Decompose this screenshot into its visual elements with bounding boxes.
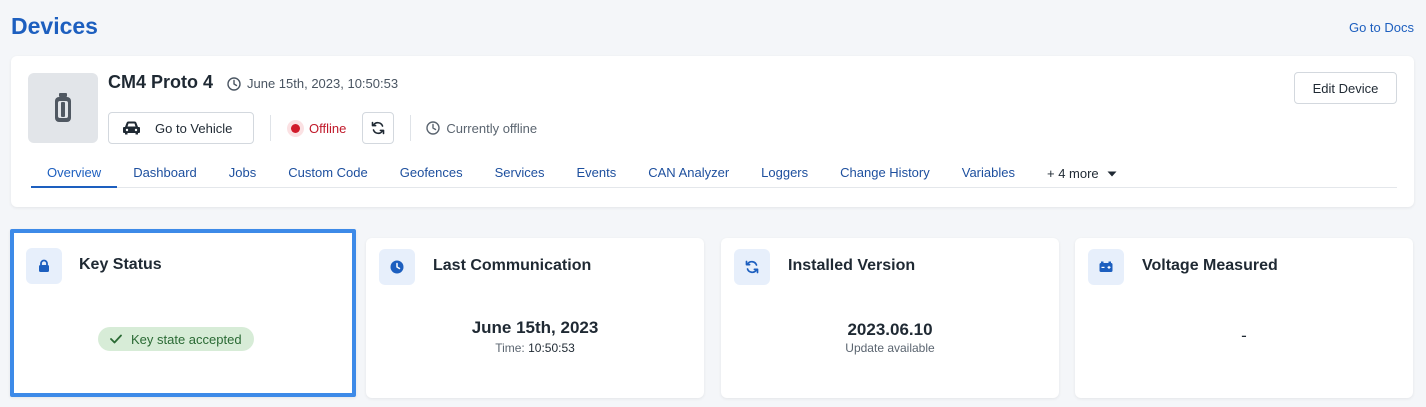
tab-services[interactable]: Services xyxy=(479,160,561,188)
installed-version-card[interactable]: Installed Version 2023.06.10 Update avai… xyxy=(721,238,1059,398)
update-available-note: Update available xyxy=(845,341,935,355)
voltage-measured-card[interactable]: Voltage Measured - xyxy=(1075,238,1413,398)
battery-icon xyxy=(1099,261,1113,272)
device-name: CM4 Proto 4 xyxy=(108,72,214,92)
check-icon xyxy=(110,334,122,344)
clock-icon xyxy=(227,76,241,91)
time-label: Time: xyxy=(495,341,525,355)
tab-dashboard[interactable]: Dashboard xyxy=(117,160,213,188)
last-communication-icon-box xyxy=(379,249,415,285)
last-communication-card[interactable]: Last Communication June 15th, 2023 Time:… xyxy=(366,238,704,398)
device-icon xyxy=(55,93,71,122)
installed-version-title: Installed Version xyxy=(788,257,916,274)
tab-custom-code[interactable]: Custom Code xyxy=(272,160,383,188)
divider xyxy=(410,115,412,141)
key-status-card[interactable]: Key Status Key state accepted xyxy=(10,229,356,397)
tab-jobs[interactable]: Jobs xyxy=(213,160,272,188)
time-value: 10:50:53 xyxy=(528,341,575,355)
device-timestamp: June 15th, 2023, 10:50:53 xyxy=(227,76,398,91)
device-header-card: CM4 Proto 4 June 15th, 2023, 10:50:53 Ed… xyxy=(11,56,1414,207)
lock-icon xyxy=(39,259,49,272)
device-thumbnail xyxy=(28,73,98,143)
status-text: Offline xyxy=(309,120,347,136)
refresh-button[interactable] xyxy=(362,112,395,144)
installed-version-value: 2023.06.10 xyxy=(847,320,933,339)
tab-can-analyzer[interactable]: CAN Analyzer xyxy=(632,160,745,188)
last-communication-title: Last Communication xyxy=(433,257,592,274)
voltage-value: - xyxy=(1241,326,1247,345)
key-state-badge: Key state accepted xyxy=(98,327,254,351)
clock-icon xyxy=(390,260,404,274)
tab-more-label: + 4 more xyxy=(1046,166,1099,181)
sync-icon xyxy=(745,260,759,274)
tab-change-history[interactable]: Change History xyxy=(824,160,946,188)
offline-status-icon xyxy=(287,119,304,137)
go-to-docs-link[interactable]: Go to Docs xyxy=(1349,20,1414,35)
tab-events[interactable]: Events xyxy=(560,160,632,188)
refresh-icon xyxy=(372,121,385,135)
divider xyxy=(270,115,271,141)
voltage-icon-box xyxy=(1088,249,1124,285)
status-badge: Offline xyxy=(287,119,347,137)
car-icon xyxy=(123,121,140,135)
connection-note-text: Currently offline xyxy=(446,120,538,136)
tab-more-dropdown[interactable]: + 4 more xyxy=(1031,160,1133,188)
go-to-vehicle-label: Go to Vehicle xyxy=(155,120,233,136)
installed-version-icon-box xyxy=(734,249,770,285)
device-timestamp-text: June 15th, 2023, 10:50:53 xyxy=(247,76,399,91)
clock-icon xyxy=(426,121,441,135)
device-action-row: Go to Vehicle Offline Currently offline xyxy=(108,112,537,144)
caret-down-icon xyxy=(1107,171,1117,177)
tab-variables[interactable]: Variables xyxy=(946,160,1031,188)
voltage-title: Voltage Measured xyxy=(1142,257,1278,274)
connection-note: Currently offline xyxy=(426,121,537,136)
tab-geofences[interactable]: Geofences xyxy=(384,160,479,188)
tab-overview[interactable]: Overview xyxy=(31,160,118,188)
key-status-icon-box xyxy=(26,248,62,284)
devices-page: Devices Go to Docs CM4 Proto 4 June 15th… xyxy=(0,0,1426,407)
key-state-text: Key state accepted xyxy=(131,331,242,347)
edit-device-button[interactable]: Edit Device xyxy=(1294,72,1397,104)
tab-loggers[interactable]: Loggers xyxy=(745,160,824,188)
page-title: Devices xyxy=(11,13,98,39)
device-tabs: Overview Dashboard Jobs Custom Code Geof… xyxy=(31,160,1397,188)
last-communication-date: June 15th, 2023 xyxy=(471,318,599,337)
key-status-title: Key Status xyxy=(79,256,162,273)
go-to-vehicle-button[interactable]: Go to Vehicle xyxy=(108,112,254,144)
last-communication-time: Time: 10:50:53 xyxy=(366,341,704,355)
